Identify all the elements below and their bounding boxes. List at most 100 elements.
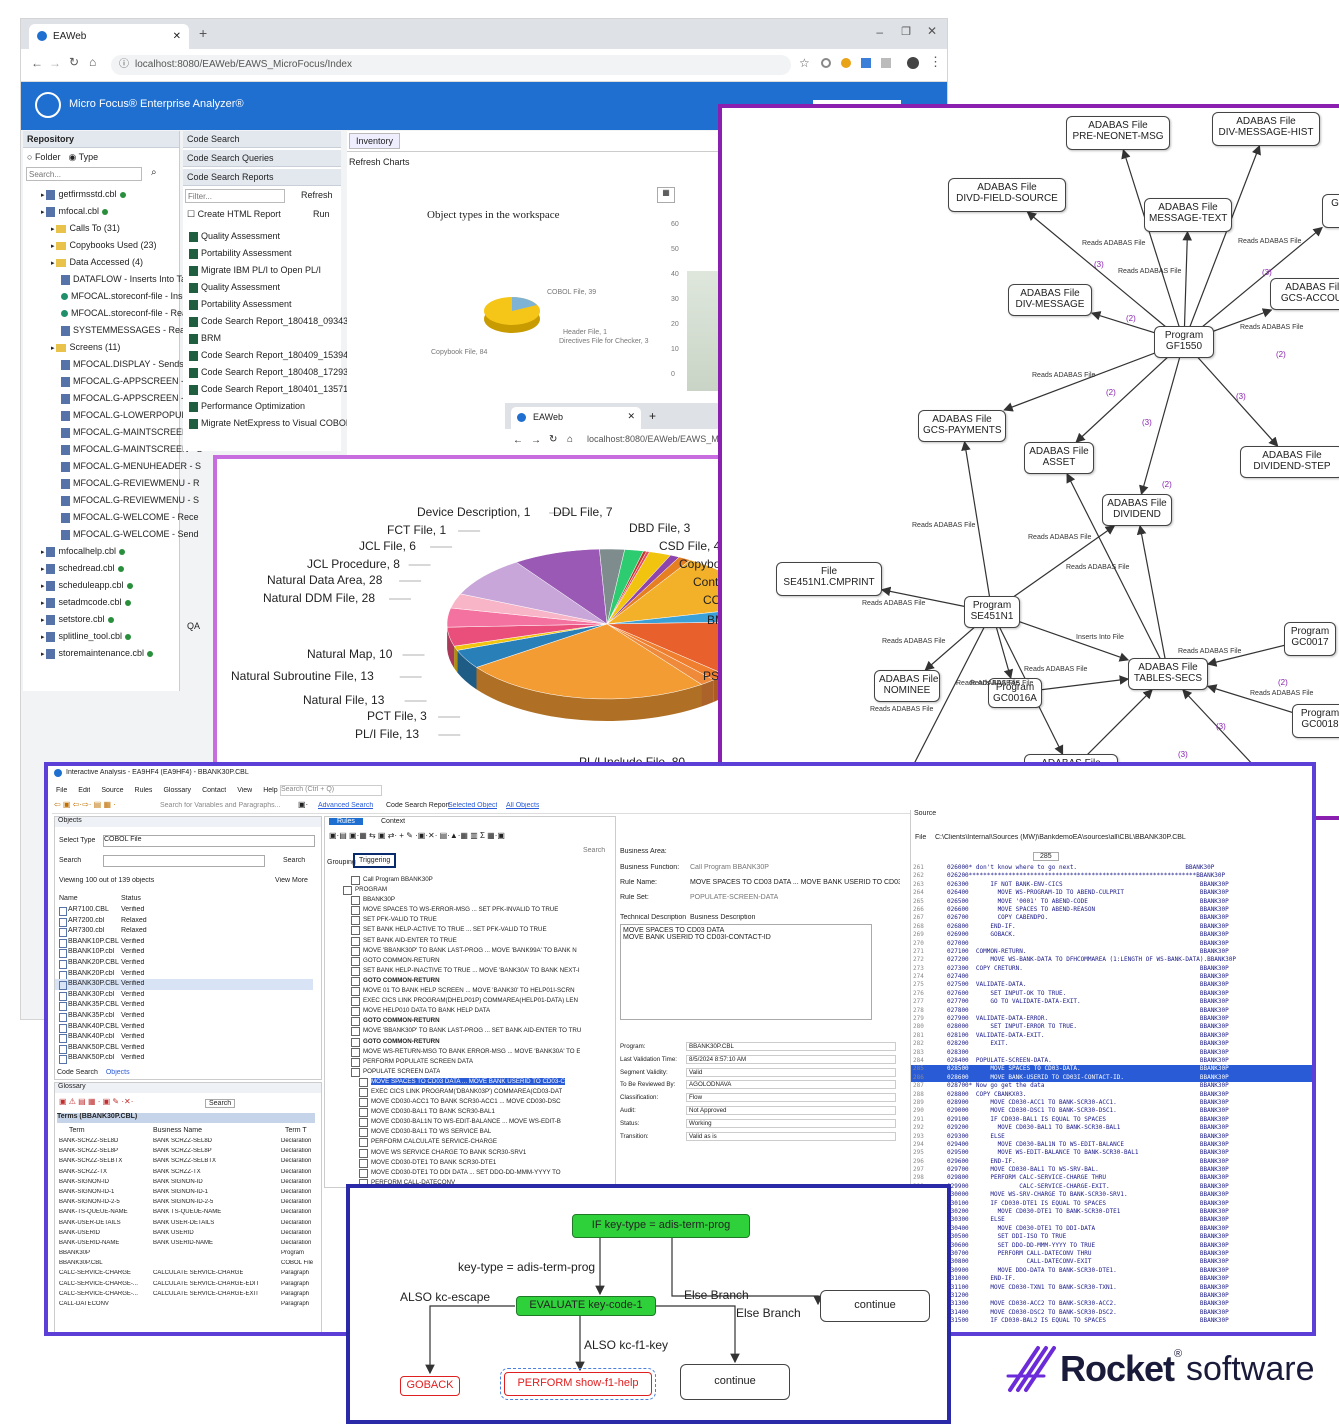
- graph-node[interactable]: ADABAS File DIVIDEND-STEP: [1240, 446, 1339, 478]
- glossary-row[interactable]: BANK-SIGNON-IDBANK SIGNON-IDDeclaration: [55, 1178, 315, 1188]
- code-search-report-link[interactable]: Code Search Report: [386, 802, 450, 809]
- glossary-row[interactable]: BANK-SCRZZ-SELBTXBANK SCRZZ-SELBTXDeclar…: [55, 1157, 315, 1167]
- rules-toolbar-icons[interactable]: ▣·▤ ▣·▦ ⇆ ▣ ⇄· + ✎ ·▣·✕· ▤·▲·▦ ▥ Σ ▦·▣: [329, 831, 505, 840]
- forward-icon[interactable]: →: [49, 56, 61, 70]
- code-search-reports[interactable]: Code Search Reports: [183, 169, 341, 186]
- graph-node[interactable]: Program SE451N1: [964, 596, 1020, 628]
- graph-node[interactable]: ADABAS File ASSET: [1024, 442, 1094, 474]
- view-more-button[interactable]: View More: [275, 877, 308, 884]
- business-function-value[interactable]: Call Program BBANK30P: [690, 864, 769, 871]
- reload-icon[interactable]: ↻: [549, 434, 557, 445]
- table-row[interactable]: BBANK30P.cblVerified: [55, 990, 313, 1001]
- rule-tree-item[interactable]: EXEC CICS LINK PROGRAM('DBANK03P') COMMA…: [333, 1087, 613, 1097]
- repository-tree-item[interactable]: MFOCAL.storeconf-file - Read: [23, 305, 179, 322]
- table-row[interactable]: BBANK10P.cblVerified: [55, 947, 313, 958]
- glossary-row[interactable]: CALL-DATECONVParagraph: [55, 1300, 315, 1310]
- continue-bottom-node[interactable]: continue: [680, 1364, 790, 1400]
- tab-code-search[interactable]: Code Search: [57, 1069, 98, 1076]
- technical-description-tab[interactable]: Technical Description: [620, 914, 686, 921]
- select-type-dropdown[interactable]: COBOL File: [103, 835, 315, 847]
- create-html-report-checkbox[interactable]: ☐ Create HTML Report: [187, 209, 281, 220]
- code-search-report-item[interactable]: BRM: [183, 330, 341, 347]
- menu-item[interactable]: Edit: [78, 787, 90, 794]
- table-row[interactable]: BBANK40P.CBLVerified: [55, 1022, 313, 1033]
- attribute-value[interactable]: Working: [686, 1119, 896, 1128]
- glossary-row[interactable]: BANK-SCRZZ-SEL8DBANK SCRZZ-SEL8DDeclarat…: [55, 1137, 315, 1147]
- technical-description-box[interactable]: MOVE SPACES TO CD03 DATA MOVE BANK USERI…: [620, 924, 872, 1020]
- more-menu-icon[interactable]: ⋮: [929, 54, 942, 70]
- repository-tree-item[interactable]: ▸ scheduleapp.cbl: [23, 577, 179, 594]
- url-field[interactable]: ⓘ localhost:8080/EAWeb/EAWS_MicroFocus/I…: [111, 55, 791, 75]
- tab-context[interactable]: Context: [381, 818, 405, 825]
- code-search-report-item[interactable]: Code Search Report_180409_153949: [183, 347, 341, 364]
- rule-tree-item[interactable]: MOVE CD030-BAL1 TO BANK SCR30-BAL1: [333, 1107, 613, 1117]
- menu-item[interactable]: File: [56, 787, 67, 794]
- code-view[interactable]: 261026000* don't know where to go next. …: [911, 864, 1315, 1332]
- graph-node[interactable]: Program GC0017: [1284, 622, 1336, 656]
- table-row[interactable]: BBANK30P.CBLVerified: [55, 979, 313, 990]
- graph-node[interactable]: GCS: [1322, 194, 1339, 228]
- rule-tree-item[interactable]: GOTO COMMON-RETURN: [333, 1037, 613, 1047]
- code-search-report-item[interactable]: Code Search Report_180418_093430: [183, 313, 341, 330]
- table-row[interactable]: BBANK35P.CBLVerified: [55, 1000, 313, 1011]
- rule-tree-item[interactable]: MOVE HELP010 DATA TO BANK HELP DATA: [333, 1006, 613, 1016]
- back-icon[interactable]: ←: [513, 435, 523, 446]
- graph-node[interactable]: ADABAS File GCS-ACCOUN: [1270, 278, 1339, 310]
- graph-node[interactable]: ADABAS File GCS-PAYMENTS: [918, 410, 1006, 442]
- rule-tree-item[interactable]: MOVE CD030-BAL1 TO WS SERVICE BAL: [333, 1127, 613, 1137]
- repository-tree-item[interactable]: ▸ storemaintenance.cbl: [23, 645, 179, 662]
- graph-node[interactable]: ADABAS File MESSAGE-TEXT: [1144, 198, 1232, 232]
- glossary-row[interactable]: BBANK30P.CBLCOBOL File: [55, 1259, 315, 1269]
- new-tab-icon[interactable]: +: [649, 409, 656, 423]
- rule-tree-item[interactable]: GOTO COMMON-RETURN: [333, 1016, 613, 1026]
- evaluate-node[interactable]: EVALUATE key-code-1: [516, 1296, 656, 1316]
- table-row[interactable]: BBANK50P.cblVerified: [55, 1053, 313, 1064]
- repository-tree-item[interactable]: MFOCAL.G-MAINTSCREEN - I: [23, 424, 179, 441]
- toolbar-open-icon[interactable]: ⇦ ▣ ⇦·⇨· ▤ ▦ ·: [54, 800, 116, 809]
- repository-tree-item[interactable]: MFOCAL.G-WELCOME - Rece: [23, 509, 179, 526]
- profile-avatar[interactable]: [907, 57, 919, 69]
- business-description-tab[interactable]: Business Description: [690, 914, 755, 921]
- restore-icon[interactable]: ❐: [901, 25, 911, 38]
- menu-item[interactable]: Rules: [135, 787, 153, 794]
- menu-item[interactable]: Help: [263, 787, 277, 794]
- inventory-tab[interactable]: Inventory: [349, 133, 400, 149]
- repository-tree-item[interactable]: MFOCAL.G-APPSCREEN - Sen: [23, 390, 179, 407]
- rule-tree-item[interactable]: SET BANK HELP-INACTIVE TO TRUE ... MOVE …: [333, 966, 613, 976]
- minimize-icon[interactable]: –: [876, 25, 883, 39]
- rule-tree-item[interactable]: MOVE CD030-ACC1 TO BANK SCR30-ACC1 ... M…: [333, 1097, 613, 1107]
- browser-tab[interactable]: EAWeb ✕: [29, 24, 189, 49]
- glossary-row[interactable]: BANK-SCRZZ-SEL8PBANK SCRZZ-SEL8PDeclarat…: [55, 1147, 315, 1157]
- glossary-row[interactable]: BANK-SCRZZ-TXBANK SCRZZ-TXDeclaration: [55, 1168, 315, 1178]
- objects-search-input[interactable]: [103, 855, 265, 867]
- perform-node[interactable]: PERFORM show-f1-help: [504, 1372, 652, 1396]
- rule-tree-item[interactable]: MOVE SPACES TO CD03 DATA ... MOVE BANK U…: [333, 1077, 613, 1087]
- glossary-row[interactable]: BBANK30PProgram: [55, 1249, 315, 1259]
- extension-icon[interactable]: [841, 58, 851, 68]
- repository-search-input[interactable]: [26, 167, 142, 181]
- rule-tree-item[interactable]: MOVE 01 TO BANK HELP SCREEN ... MOVE 'BA…: [333, 986, 613, 996]
- run-button[interactable]: Run: [313, 209, 330, 219]
- glossary-row[interactable]: CALC-SERVICE-CHARGECALCULATE SERVICE-CHA…: [55, 1269, 315, 1279]
- rule-tree-item[interactable]: MOVE SPACES TO WS-ERROR-MSG ... SET PFK-…: [333, 905, 613, 915]
- glossary-toolbar-icons[interactable]: ▣ ⚠ ▤ ▦ · ▣ ✎ ·✕·: [59, 1097, 133, 1106]
- code-search-report-item[interactable]: Portability Assessment: [183, 245, 341, 262]
- attribute-value[interactable]: Not Approved: [686, 1106, 896, 1115]
- graph-node[interactable]: Program GF1550: [1154, 326, 1214, 358]
- table-row[interactable]: BBANK10P.CBLVerified: [55, 937, 313, 948]
- rule-name-value[interactable]: MOVE SPACES TO CD03 DATA ... MOVE BANK U…: [690, 879, 900, 886]
- repository-tree-item[interactable]: MFOCAL.G-MAINTSCREEN - S: [23, 441, 179, 458]
- objects-search-button[interactable]: Search: [283, 857, 305, 864]
- rule-tree-item[interactable]: POPULATE SCREEN DATA: [333, 1067, 613, 1077]
- second-url-text[interactable]: localhost:8080/EAWeb/EAWS_Mic: [587, 434, 725, 444]
- rule-tree-item[interactable]: BBANK30P: [333, 895, 613, 905]
- radio-type[interactable]: ◉ Type: [68, 152, 98, 163]
- new-tab-icon[interactable]: +: [199, 25, 207, 41]
- repository-tree-item[interactable]: MFOCAL.G-MENUHEADER - S: [23, 458, 179, 475]
- table-row[interactable]: BBANK35P.cblVerified: [55, 1011, 313, 1022]
- graph-node[interactable]: ADABAS File NOMINEE: [874, 670, 940, 702]
- repository-tree-item[interactable]: ▸ getfirmsstd.cbl: [23, 186, 179, 203]
- glossary-row[interactable]: BANK-TS-QUEUE-NAMEBANK TS-QUEUE-NAMEDecl…: [55, 1208, 315, 1218]
- second-browser-tab[interactable]: EAWeb ✕: [511, 407, 641, 429]
- search-icon[interactable]: ⌕: [151, 167, 157, 178]
